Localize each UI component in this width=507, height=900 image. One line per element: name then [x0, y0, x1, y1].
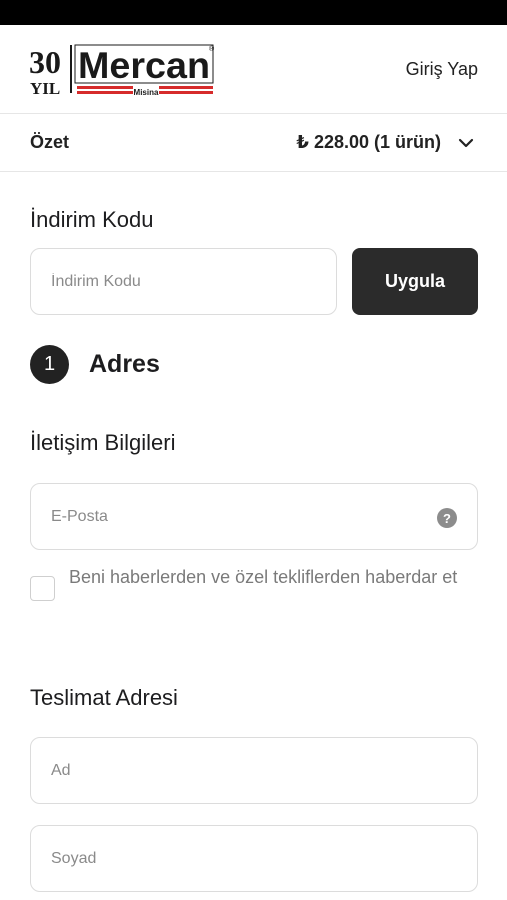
logo-registered: ® — [209, 45, 215, 53]
logo-yil: YIL — [30, 79, 60, 97]
help-icon[interactable]: ? — [437, 508, 457, 528]
discount-code-field[interactable] — [30, 248, 337, 315]
email-input[interactable] — [31, 484, 477, 549]
login-link[interactable]: Giriş Yap — [406, 59, 478, 80]
header: 30 YIL Mercan Misina ® Giriş Yap — [0, 25, 507, 114]
shipping-title: Teslimat Adresi — [30, 685, 178, 710]
logo-sub: Misina — [134, 88, 159, 97]
order-summary-toggle[interactable]: Özet ₺ 228.00 (1 ürün) — [0, 114, 507, 172]
step-title: Adres — [89, 350, 160, 378]
mercan-logo[interactable]: 30 YIL Mercan Misina ® — [29, 43, 215, 97]
logo-brand: Mercan — [78, 45, 210, 86]
last-name-field[interactable] — [30, 825, 478, 892]
first-name-field[interactable] — [30, 737, 478, 804]
logo-years: 30 — [29, 44, 61, 80]
contact-title: İletişim Bilgileri — [30, 430, 176, 455]
last-name-input[interactable] — [31, 826, 477, 891]
apply-button[interactable]: Uygula — [352, 248, 478, 315]
newsletter-checkbox[interactable] — [30, 576, 55, 601]
step-number-badge: 1 — [30, 345, 69, 384]
status-bar — [0, 0, 507, 25]
step-address: 1 Adres — [30, 345, 160, 384]
summary-price: ₺ 228.00 (1 ürün) — [296, 132, 441, 152]
newsletter-label[interactable]: Beni haberlerden ve özel tekliflerden ha… — [69, 563, 489, 592]
summary-label: Özet — [30, 132, 70, 152]
email-field[interactable]: ? — [30, 483, 478, 550]
discount-title: İndirim Kodu — [30, 207, 154, 232]
discount-code-input[interactable] — [31, 249, 336, 314]
first-name-input[interactable] — [31, 738, 477, 803]
chevron-down-icon[interactable] — [455, 132, 477, 154]
